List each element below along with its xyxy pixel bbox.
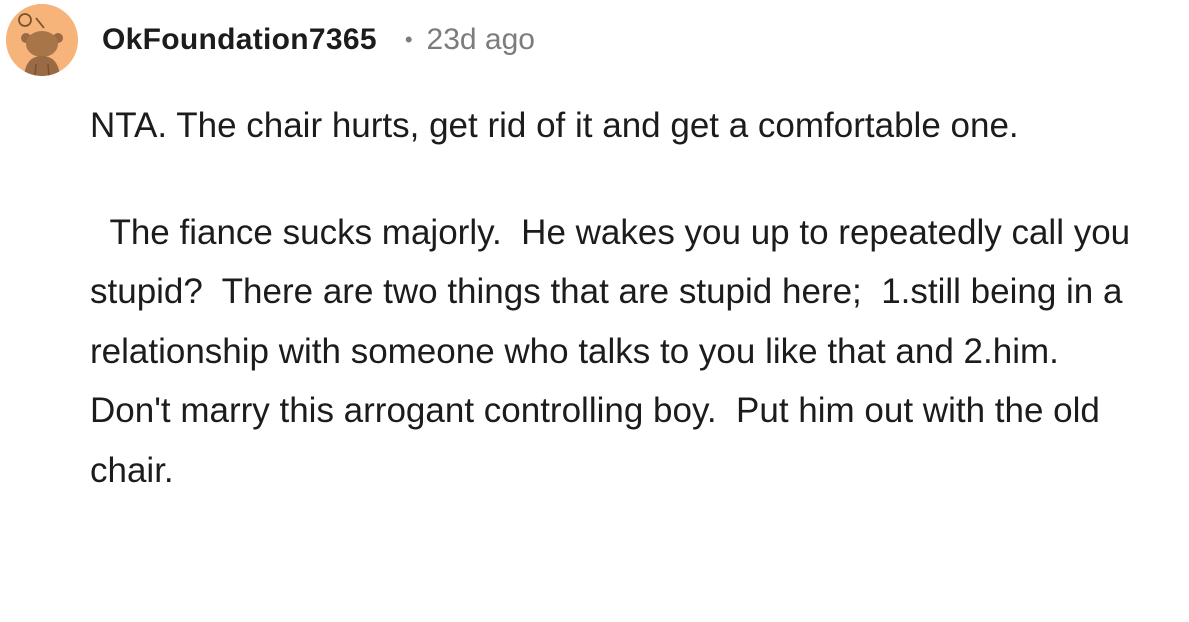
comment-paragraph: The fiance sucks majorly. He wakes you u… (90, 212, 1140, 490)
comment-timestamp[interactable]: 23d ago (427, 23, 535, 57)
comment: OkFoundation7365 • 23d ago NTA. The chai… (0, 0, 1189, 622)
snoo-avatar-icon (6, 4, 78, 76)
comment-paragraph: NTA. The chair hurts, get rid of it and … (90, 106, 1019, 145)
avatar[interactable] (6, 4, 78, 76)
comment-author[interactable]: OkFoundation7365 (102, 23, 377, 57)
meta-separator: • (404, 27, 413, 52)
comment-body: NTA. The chair hurts, get rid of it and … (90, 96, 1180, 500)
comment-header: OkFoundation7365 • 23d ago (6, 4, 535, 76)
